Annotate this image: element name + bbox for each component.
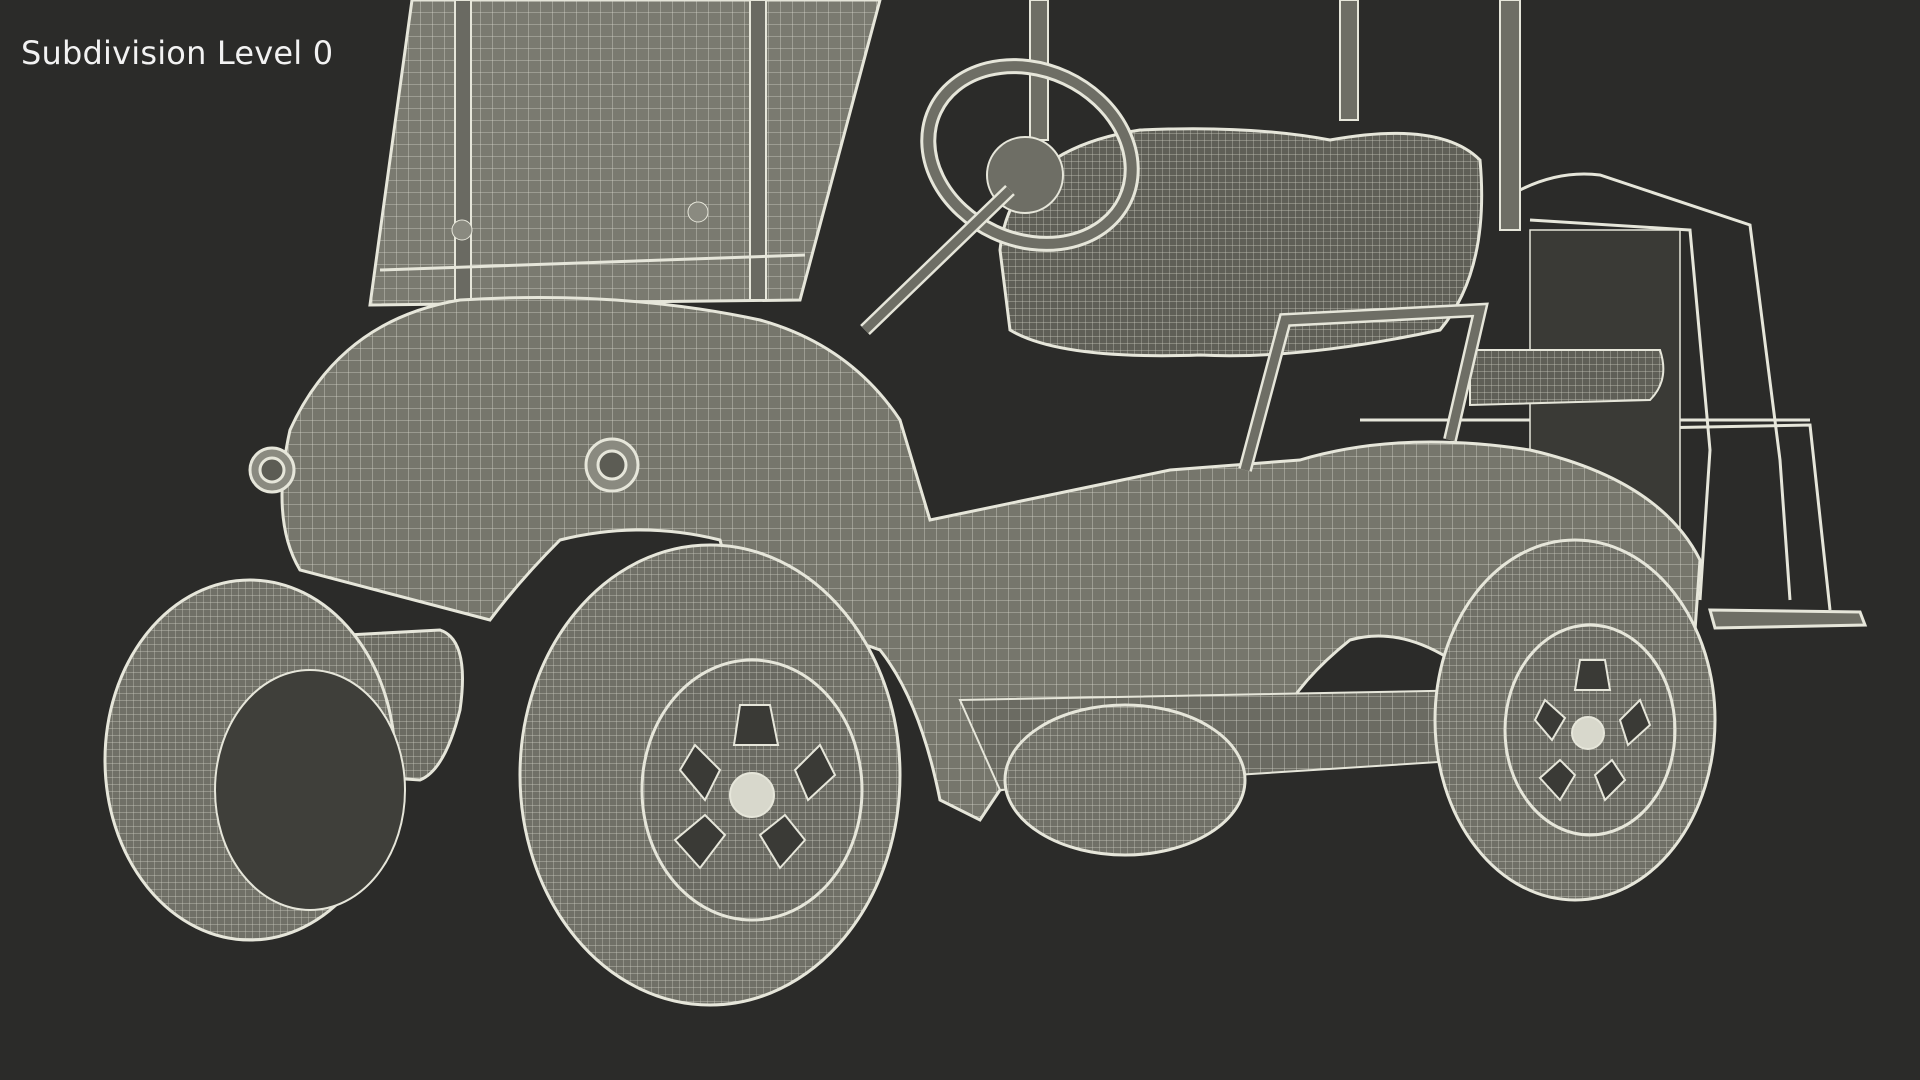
windshield — [368, 0, 882, 307]
wheel-rear-left — [1003, 703, 1247, 857]
rear-seat — [1469, 349, 1665, 407]
wheel-front-right — [518, 543, 902, 1007]
golf-cart-wireframe-render — [103, 0, 1868, 1007]
wheel-rear-right — [1433, 538, 1717, 902]
subdivision-level-label: Subdivision Level 0 — [21, 34, 334, 72]
render-viewport — [0, 0, 1920, 1080]
